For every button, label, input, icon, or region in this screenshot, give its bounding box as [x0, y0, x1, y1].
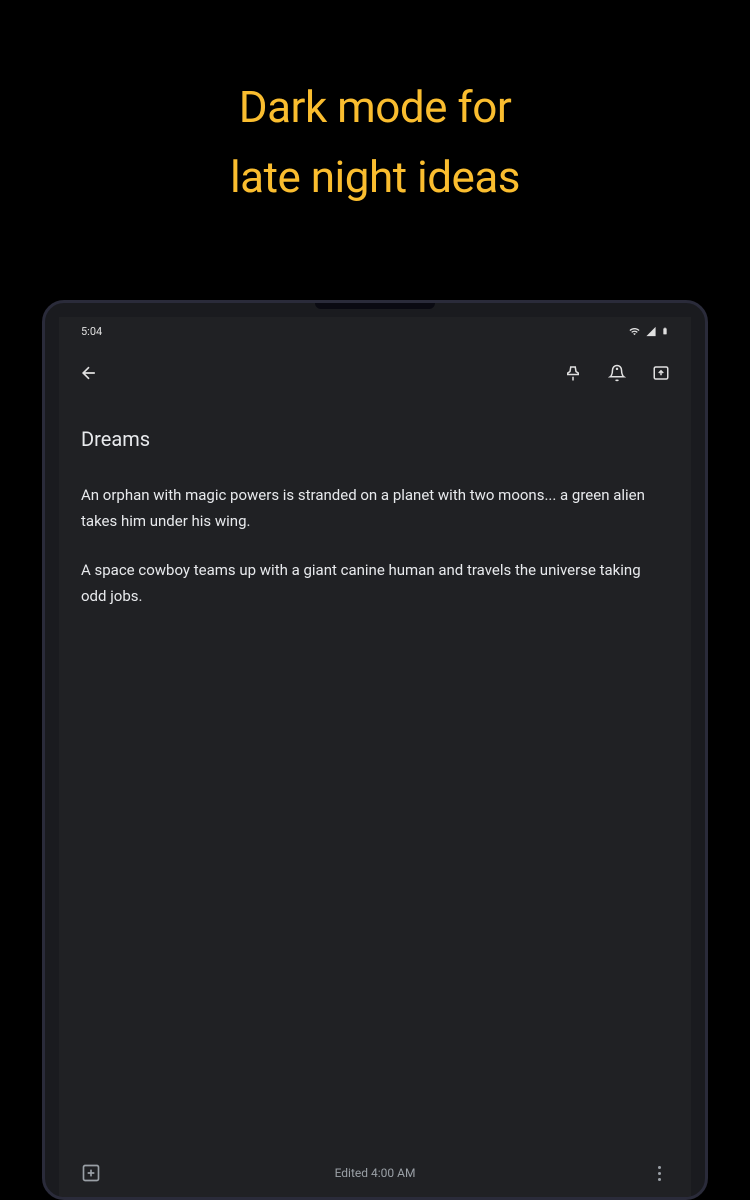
edited-timestamp: Edited 4:00 AM [335, 1166, 416, 1180]
status-icons [628, 325, 669, 337]
add-button[interactable] [79, 1161, 103, 1185]
note-body[interactable]: An orphan with magic powers is stranded … [81, 483, 669, 609]
bell-plus-icon [608, 364, 626, 382]
promo-line-2: late night ideas [0, 142, 750, 212]
app-bar [59, 345, 691, 401]
status-time: 5:04 [81, 325, 102, 338]
arrow-left-icon [79, 363, 99, 383]
status-bar: 5:04 [59, 317, 691, 345]
tablet-frame: 5:04 [42, 300, 708, 1200]
bottom-bar: Edited 4:00 AM [59, 1149, 691, 1197]
tablet-notch [315, 303, 435, 309]
archive-button[interactable] [649, 361, 673, 385]
note-paragraph-1: An orphan with magic powers is stranded … [81, 483, 669, 534]
more-vertical-icon [649, 1163, 669, 1183]
note-title[interactable]: Dreams [81, 427, 669, 451]
more-button[interactable] [647, 1161, 671, 1185]
promo-heading: Dark mode for late night ideas [0, 0, 750, 213]
back-button[interactable] [77, 361, 101, 385]
note-paragraph-2: A space cowboy teams up with a giant can… [81, 558, 669, 609]
signal-icon [645, 326, 657, 337]
archive-icon [652, 364, 670, 382]
wifi-icon [628, 326, 641, 337]
plus-box-icon [81, 1163, 101, 1183]
promo-line-1: Dark mode for [0, 72, 750, 142]
pin-icon [564, 364, 582, 382]
note-content[interactable]: Dreams An orphan with magic powers is st… [59, 401, 691, 1149]
pin-button[interactable] [561, 361, 585, 385]
app-screen: 5:04 [59, 317, 691, 1197]
battery-icon [661, 325, 669, 337]
reminder-button[interactable] [605, 361, 629, 385]
